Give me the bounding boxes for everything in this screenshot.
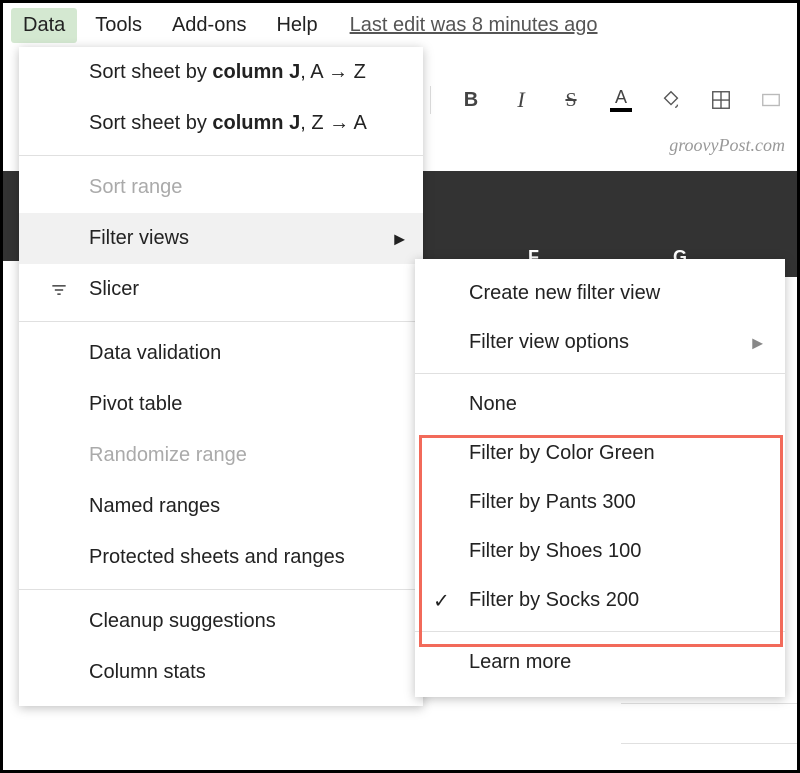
menu-separator [415, 373, 785, 374]
filter-views-label: Filter views [89, 227, 189, 250]
menu-separator [19, 589, 423, 590]
filter-views-submenu: Create new filter view Filter view optio… [415, 259, 785, 697]
slicer-icon [49, 280, 69, 300]
last-edit-link[interactable]: Last edit was 8 minutes ago [350, 14, 598, 37]
text-color-swatch [610, 108, 632, 112]
menu-help[interactable]: Help [264, 8, 329, 43]
menu-separator [19, 321, 423, 322]
text-color-button[interactable]: A [607, 86, 635, 114]
column-stats[interactable]: Column stats [19, 647, 423, 698]
filter-item-2[interactable]: Filter by Shoes 100 [415, 527, 785, 576]
sort-range: Sort range [19, 162, 423, 213]
menu-tools[interactable]: Tools [83, 8, 154, 43]
cleanup-suggestions[interactable]: Cleanup suggestions [19, 596, 423, 647]
learn-more[interactable]: Learn more [415, 638, 785, 687]
filter-item-0[interactable]: Filter by Color Green [415, 429, 785, 478]
menu-separator [415, 631, 785, 632]
merge-cells-button[interactable] [757, 86, 785, 114]
slicer[interactable]: Slicer [19, 264, 423, 315]
data-validation[interactable]: Data validation [19, 328, 423, 379]
filter-item-1[interactable]: Filter by Pants 300 [415, 478, 785, 527]
pivot-table[interactable]: Pivot table [19, 379, 423, 430]
filter-view-options[interactable]: Filter view options ▶ [415, 318, 785, 367]
sort-za-text: Sort sheet by column J, Z → A [89, 112, 367, 135]
data-menu-dropdown: Sort sheet by column J, A → Z Sort sheet… [19, 47, 423, 706]
check-icon: ✓ [433, 588, 450, 613]
filter-view-options-label: Filter view options [469, 331, 629, 354]
slicer-label: Slicer [89, 278, 139, 301]
named-ranges[interactable]: Named ranges [19, 481, 423, 532]
text-color-label: A [615, 88, 627, 106]
sort-sheet-za[interactable]: Sort sheet by column J, Z → A [19, 98, 423, 149]
filter-none[interactable]: None [415, 380, 785, 429]
borders-button[interactable] [707, 86, 735, 114]
gridline [621, 703, 797, 704]
filter-item-3-label: Filter by Socks 200 [469, 589, 639, 612]
filter-views[interactable]: Filter views ▶ [19, 213, 423, 264]
gridline [621, 743, 797, 744]
watermark: groovyPost.com [669, 135, 785, 156]
menu-separator [19, 155, 423, 156]
create-filter-view[interactable]: Create new filter view [415, 269, 785, 318]
italic-button[interactable]: I [507, 86, 535, 114]
randomize-range: Randomize range [19, 430, 423, 481]
protected-sheets[interactable]: Protected sheets and ranges [19, 532, 423, 583]
menu-bar: Data Tools Add-ons Help Last edit was 8 … [3, 3, 797, 47]
menu-addons[interactable]: Add-ons [160, 8, 259, 43]
sort-sheet-az[interactable]: Sort sheet by column J, A → Z [19, 47, 423, 98]
bold-button[interactable]: B [457, 86, 485, 114]
sort-az-text: Sort sheet by column J, A → Z [89, 61, 366, 84]
chevron-right-icon: ▶ [394, 230, 405, 247]
filter-item-3[interactable]: ✓ Filter by Socks 200 [415, 576, 785, 625]
fill-color-button[interactable] [657, 86, 685, 114]
chevron-right-icon: ▶ [752, 334, 763, 351]
menu-data[interactable]: Data [11, 8, 77, 43]
toolbar-divider [430, 86, 431, 114]
strikethrough-button[interactable]: S [557, 86, 585, 114]
